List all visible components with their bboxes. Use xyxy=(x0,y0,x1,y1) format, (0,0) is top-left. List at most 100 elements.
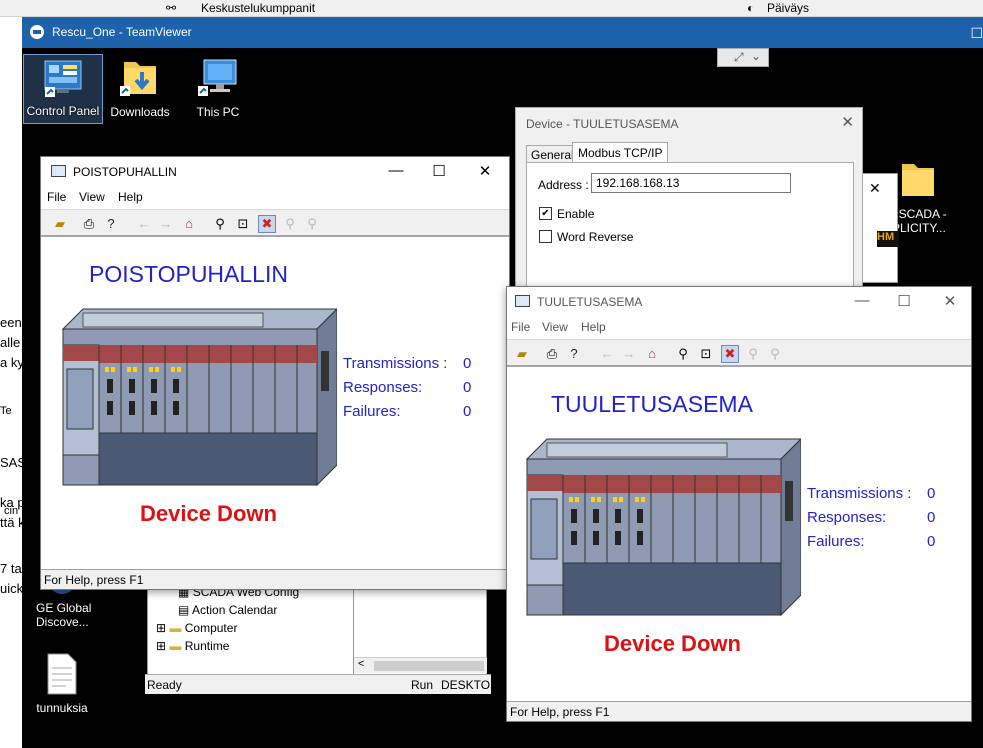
help-hint: For Help, press F1 xyxy=(510,705,610,719)
toolbar: ▰ ⎙ ? ← → ⌂ ⚲ ⊡ ✖ ⚲ ⚲ xyxy=(41,209,509,237)
address-input[interactable]: 192.168.168.13 xyxy=(591,173,791,193)
zoom-out-icon[interactable]: ⚲ xyxy=(303,215,321,233)
plc-rack-icon xyxy=(61,308,337,487)
home-icon[interactable]: ⌂ xyxy=(180,215,198,233)
desktop-icon-label: tunnuksia xyxy=(36,701,88,715)
background-window: ✕ HM xyxy=(862,173,899,283)
minimize-icon[interactable]: — xyxy=(386,162,406,179)
control-panel-icon xyxy=(44,60,82,97)
chevron-left-icon[interactable]: < xyxy=(358,658,364,670)
host-text: a ky xyxy=(0,355,22,370)
expand-icon[interactable]: ⊞ xyxy=(156,639,166,653)
desktop-icon-tunnuksia[interactable]: tunnuksia xyxy=(22,652,102,715)
maximize-icon[interactable]: ☐ xyxy=(429,162,449,180)
menu-help[interactable]: Help xyxy=(581,320,606,334)
home-icon[interactable]: ⌂ xyxy=(643,345,661,363)
disconnect-icon[interactable]: ✖ xyxy=(721,345,739,363)
close-icon[interactable]: ✕ xyxy=(940,292,960,310)
zoom-in-icon[interactable]: ⚲ xyxy=(281,215,299,233)
app-window-icon xyxy=(51,165,66,177)
menu-file[interactable]: File xyxy=(47,190,66,204)
menubar: File View Help xyxy=(507,317,971,339)
window-titlebar[interactable]: POISTOPUHALLIN — ☐ ✕ xyxy=(41,157,509,187)
responses-label: Responses: xyxy=(807,509,887,526)
device-name: TUULETUSASEMA xyxy=(551,391,753,417)
status-ready: Ready xyxy=(147,678,182,692)
transmissions-value: 0 xyxy=(927,485,936,502)
help-pointer-icon[interactable]: ? xyxy=(565,345,583,363)
close-icon[interactable]: ✕ xyxy=(841,113,854,131)
host-list-header: ⚯ Keskustelukumppanit ◐ Päiväys xyxy=(0,0,983,17)
teamviewer-titlebar[interactable]: Rescu_One - TeamViewer ☐ xyxy=(22,17,983,48)
word-reverse-checkbox[interactable] xyxy=(539,230,552,243)
folder-icon: ▬ xyxy=(169,639,182,653)
zoom-icon[interactable]: ⊡ xyxy=(697,345,715,363)
computer-icon xyxy=(198,59,237,96)
transmissions-label: Transmissions : xyxy=(807,485,912,502)
chevron-down-icon[interactable]: ⌄ xyxy=(751,49,761,63)
status-host: DESKTOP-V xyxy=(441,678,503,706)
transmissions-value: 0 xyxy=(463,355,472,372)
zoom-in-icon[interactable]: ⚲ xyxy=(744,345,762,363)
window-titlebar[interactable]: TUULETUSASEMA — ☐ ✕ xyxy=(507,287,971,317)
tree-item[interactable]: ▤ Action Calendar xyxy=(178,603,277,617)
arrow-left-icon[interactable]: ← xyxy=(135,215,153,233)
minimize-icon[interactable]: — xyxy=(852,292,872,309)
tree-item[interactable]: ⊞ ▬ Computer xyxy=(156,621,237,635)
toolbar: ▰ ⎙ ? ← → ⌂ ⚲ ⊡ ✖ ⚲ ⚲ xyxy=(507,339,971,367)
poistopuhallin-window[interactable]: POISTOPUHALLIN — ☐ ✕ File View Help ▰ ⎙ … xyxy=(40,156,510,590)
failures-value: 0 xyxy=(463,403,472,420)
menu-view[interactable]: View xyxy=(542,320,568,334)
header-partners[interactable]: Keskustelukumppanit xyxy=(201,1,315,15)
failures-label: Failures: xyxy=(343,403,401,420)
tab-general[interactable]: General xyxy=(526,145,579,163)
fullscreen-icon[interactable]: ⤢ xyxy=(734,50,744,65)
window-title: TUULETUSASEMA xyxy=(537,295,643,309)
desktop-icon-label: Control Panel xyxy=(26,104,100,118)
arrow-right-icon[interactable]: → xyxy=(157,215,175,233)
responses-value: 0 xyxy=(463,379,472,396)
scrollbar-thumb[interactable] xyxy=(374,661,484,671)
desktop-icon-downloads[interactable]: Downloads xyxy=(100,56,180,119)
search-icon[interactable]: ⚲ xyxy=(674,345,692,363)
desktop-icon-label: Downloads xyxy=(110,105,170,119)
hmi-logo-icon: HM xyxy=(877,231,899,247)
help-hint: For Help, press F1 xyxy=(44,573,144,587)
help-pointer-icon[interactable]: ? xyxy=(102,215,120,233)
teamviewer-remote-toolbar[interactable]: ⤢ ⌄ xyxy=(717,48,769,67)
print-icon[interactable]: ⎙ xyxy=(543,345,561,363)
desktop-icon-this-pc[interactable]: This PC xyxy=(178,56,258,119)
disconnect-icon[interactable]: ✖ xyxy=(258,215,276,233)
plc-rack-icon xyxy=(525,438,801,617)
desktop-icon-label: This PC xyxy=(196,105,240,119)
zoom-icon[interactable]: ⊡ xyxy=(234,215,252,233)
menu-file[interactable]: File xyxy=(511,320,530,334)
horizontal-scrollbar[interactable]: < xyxy=(354,657,487,673)
close-icon[interactable]: ✕ xyxy=(475,162,495,180)
header-date[interactable]: Päiväys xyxy=(767,1,809,15)
menu-view[interactable]: View xyxy=(79,190,105,204)
enable-checkbox[interactable]: ✔ xyxy=(539,207,552,220)
tab-modbus[interactable]: Modbus TCP/IP xyxy=(572,142,669,163)
menu-help[interactable]: Help xyxy=(118,190,143,204)
print-icon[interactable]: ⎙ xyxy=(80,215,98,233)
open-folder-icon[interactable]: ▰ xyxy=(513,345,531,363)
expand-icon[interactable]: ⊞ xyxy=(156,621,166,635)
maximize-icon[interactable]: ☐ xyxy=(894,292,914,310)
clock-icon: ◐ xyxy=(747,1,755,15)
window-title: POISTOPUHALLIN xyxy=(73,165,177,179)
maximize-icon[interactable]: ☐ xyxy=(970,25,983,42)
close-icon[interactable]: ✕ xyxy=(869,180,881,197)
tuuletusasema-window[interactable]: TUULETUSASEMA — ☐ ✕ File View Help ▰ ⎙ ?… xyxy=(506,286,972,722)
desktop-icon-control-panel[interactable]: Control Panel xyxy=(23,54,103,124)
remote-desktop[interactable]: ⤢ ⌄ Control Panel Downloads This PC GE G… xyxy=(22,48,983,748)
search-icon[interactable]: ⚲ xyxy=(211,215,229,233)
word-reverse-label: Word Reverse xyxy=(557,230,634,244)
tree-item[interactable]: ⊞ ▬ Runtime xyxy=(156,639,229,653)
arrow-right-icon[interactable]: → xyxy=(620,345,638,363)
zoom-out-icon[interactable]: ⚲ xyxy=(766,345,784,363)
arrow-left-icon[interactable]: ← xyxy=(598,345,616,363)
open-folder-icon[interactable]: ▰ xyxy=(51,215,69,233)
window-statusbar: For Help, press F1 xyxy=(507,701,971,721)
device-dialog[interactable]: Device - TUULETUSASEMA ✕ General Modbus … xyxy=(515,107,863,288)
